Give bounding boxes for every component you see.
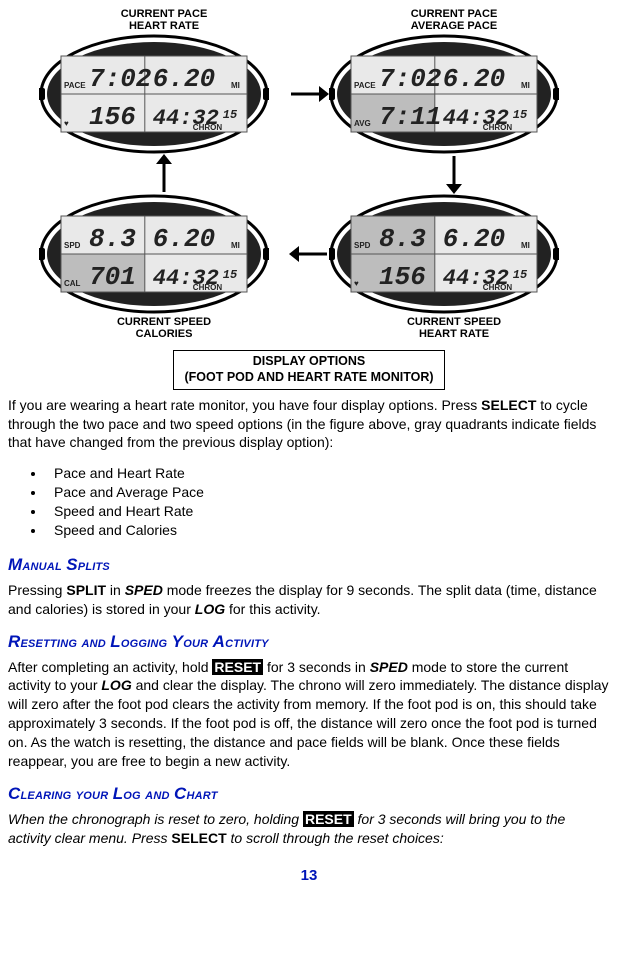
intro-paragraph: If you are wearing a heart rate monitor,… [8,396,610,453]
label-top-right: CURRENT PACEAVERAGE PACE [329,6,579,34]
svg-text:SPD: SPD [354,241,371,250]
svg-text:MI: MI [231,81,240,90]
svg-text:6.20: 6.20 [153,64,215,94]
svg-text:8.3: 8.3 [89,224,136,254]
list-item: Pace and Heart Rate [46,464,610,483]
svg-text:701: 701 [89,262,136,292]
svg-text:CHRON: CHRON [193,283,223,292]
heading-clearing: Clearing your Log and Chart [8,783,610,806]
arrow-up-icon [39,154,289,194]
list-item: Speed and Heart Rate [46,502,610,521]
svg-text:7:11: 7:11 [379,102,441,132]
svg-text:SPD: SPD [64,241,81,250]
svg-text:6.20: 6.20 [443,224,505,254]
svg-text:CHRON: CHRON [193,123,223,132]
svg-text:6.20: 6.20 [443,64,505,94]
svg-text:CAL: CAL [64,279,81,288]
svg-text:♥: ♥ [354,279,359,288]
label-bottom-right: CURRENT SPEEDHEART RATE [329,314,579,342]
svg-text:15: 15 [513,268,528,282]
label-bottom-left: CURRENT SPEEDCALORIES [39,314,289,342]
list-item: Pace and Average Pace [46,483,610,502]
list-item: Speed and Calories [46,521,610,540]
watch-bottom-left: SPD8.36.20MICAL70144:3215CHRON [39,194,289,314]
arrow-right-icon [289,79,329,109]
svg-text:6.20: 6.20 [153,224,215,254]
svg-text:MI: MI [231,241,240,250]
svg-text:CHRON: CHRON [483,283,513,292]
watch-bottom-right: SPD8.36.20MI♥15644:3215CHRON [329,194,579,314]
manual-splits-paragraph: Pressing SPLIT in SPED mode freezes the … [8,581,610,619]
svg-text:8.3: 8.3 [379,224,426,254]
svg-text:MI: MI [521,81,530,90]
svg-text:AVG: AVG [354,119,371,128]
page-number: 13 [8,866,610,886]
svg-text:156: 156 [379,262,426,292]
svg-text:PACE: PACE [354,81,376,90]
svg-text:7:02: 7:02 [89,64,152,94]
watch-top-right: PACE7:026.20MIAVG7:1144:3215CHRON [329,34,579,154]
label-top-left: CURRENT PACEHEART RATE [39,6,289,34]
clearing-paragraph: When the chronograph is reset to zero, h… [8,810,610,848]
svg-text:MI: MI [521,241,530,250]
watch-grid: CURRENT PACEHEART RATE CURRENT PACEAVERA… [39,6,579,342]
svg-text:PACE: PACE [64,81,86,90]
svg-text:7:02: 7:02 [379,64,442,94]
heading-resetting: Resetting and Logging Your Activity [8,631,610,654]
svg-text:156: 156 [89,102,136,132]
svg-text:15: 15 [513,108,528,122]
heading-manual-splits: Manual Splits [8,554,610,577]
svg-text:CHRON: CHRON [483,123,513,132]
svg-text:15: 15 [223,108,238,122]
arrow-down-icon [329,154,579,194]
arrow-left-icon [289,239,329,269]
intro-bullets: Pace and Heart Rate Pace and Average Pac… [46,464,610,540]
svg-text:♥: ♥ [64,119,69,128]
watch-top-left: PACE7:026.20MI♥15644:3215CHRON [39,34,289,154]
figure: CURRENT PACEHEART RATE CURRENT PACEAVERA… [8,6,610,390]
svg-text:15: 15 [223,268,238,282]
figure-caption: DISPLAY OPTIONS(FOOT POD AND HEART RATE … [173,350,444,389]
resetting-paragraph: After completing an activity, hold RESET… [8,658,610,771]
